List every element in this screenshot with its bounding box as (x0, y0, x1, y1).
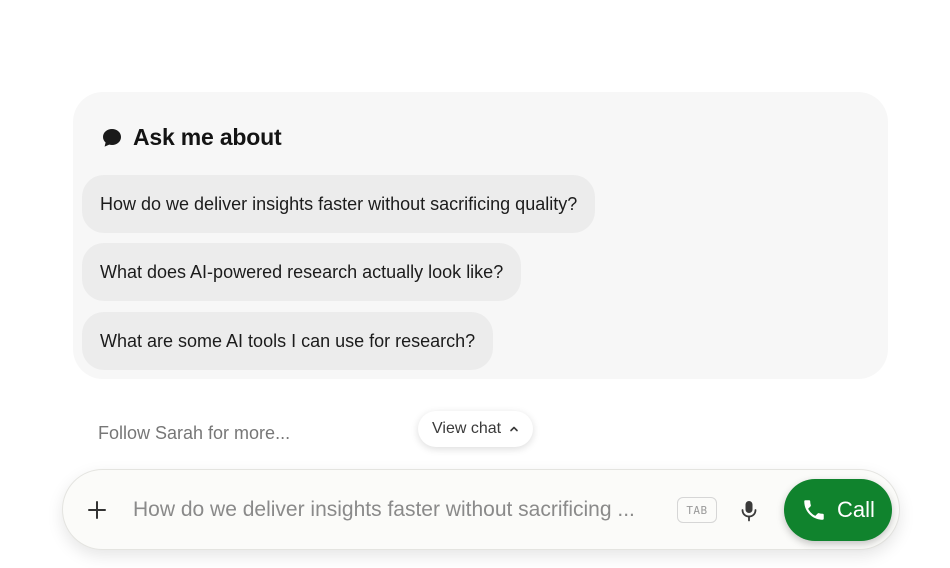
ask-title: Ask me about (133, 124, 282, 150)
suggestion-chip[interactable]: What are some AI tools I can use for res… (82, 312, 494, 370)
phone-icon (801, 497, 827, 523)
view-chat-button[interactable]: View chat (418, 411, 534, 447)
microphone-icon[interactable] (739, 499, 759, 523)
chat-bubble-icon (101, 127, 123, 149)
view-chat-label: View chat (432, 420, 502, 437)
message-input[interactable] (133, 494, 661, 526)
tab-key-hint: TAB (677, 497, 717, 523)
ask-header: Ask me about (101, 124, 282, 151)
chevron-up-icon (509, 424, 519, 434)
call-label: Call (837, 497, 875, 522)
suggestion-chip[interactable]: What does AI-powered research actually l… (82, 243, 522, 301)
call-button[interactable]: Call (784, 479, 892, 541)
plus-icon[interactable] (85, 498, 109, 522)
chat-input-bar: TAB Call (62, 469, 900, 550)
ask-me-about-card: Ask me about How do we deliver insights … (73, 92, 888, 379)
follow-prompt-text: Follow Sarah for more... (98, 423, 291, 443)
suggestion-chip[interactable]: How do we deliver insights faster withou… (82, 175, 596, 233)
page: Ask me about How do we deliver insights … (0, 0, 950, 568)
